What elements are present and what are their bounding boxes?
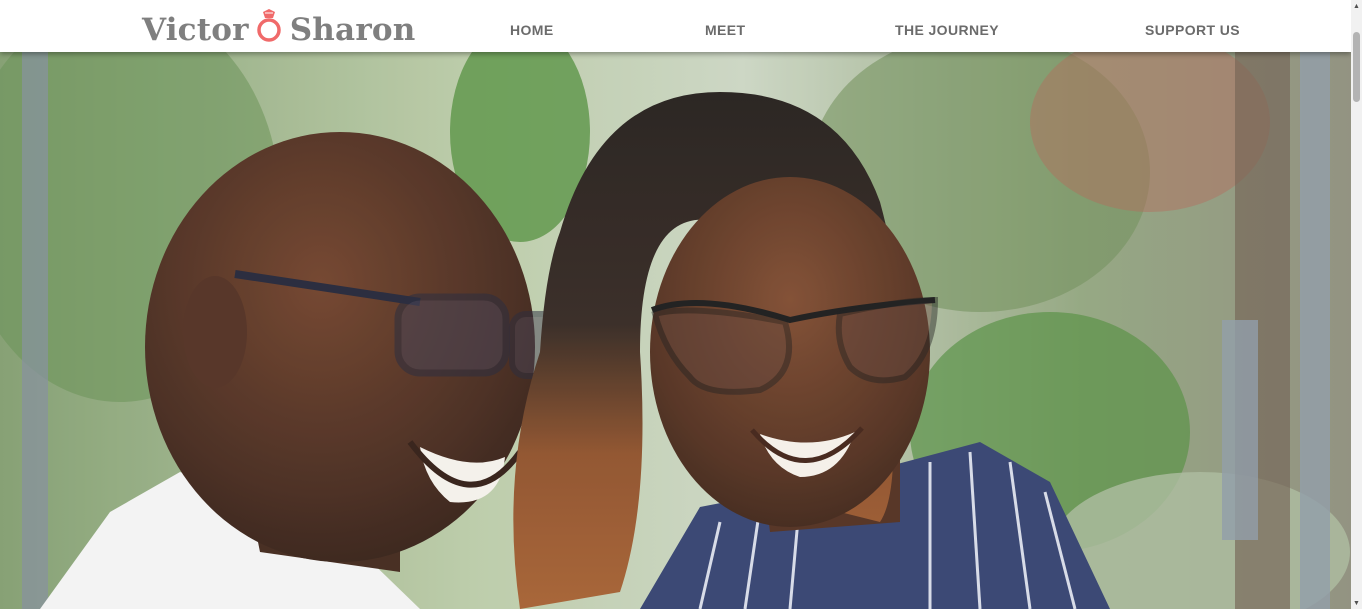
nav-the-journey-link[interactable]: THE JOURNEY (895, 22, 999, 38)
vertical-scrollbar[interactable]: ▲ ▼ (1351, 0, 1362, 609)
nav-meet-link[interactable]: MEET (705, 22, 746, 38)
nav-support-us-link[interactable]: SUPPORT US (1145, 22, 1240, 38)
main-nav: HOME MEET THE JOURNEY SUPPORT US (0, 0, 1351, 62)
hero-photo (0, 52, 1351, 609)
scroll-up-arrow-icon[interactable]: ▲ (1351, 0, 1362, 12)
couple-photo (0, 52, 1351, 609)
nav-home-link[interactable]: HOME (510, 22, 554, 38)
top-navbar: Victor Sharon HOME MEET THE JOURNEY SUPP… (0, 0, 1351, 52)
scroll-down-arrow-icon[interactable]: ▼ (1351, 597, 1362, 609)
page: Victor Sharon HOME MEET THE JOURNEY SUPP… (0, 0, 1362, 609)
scrollbar-thumb[interactable] (1353, 32, 1360, 102)
